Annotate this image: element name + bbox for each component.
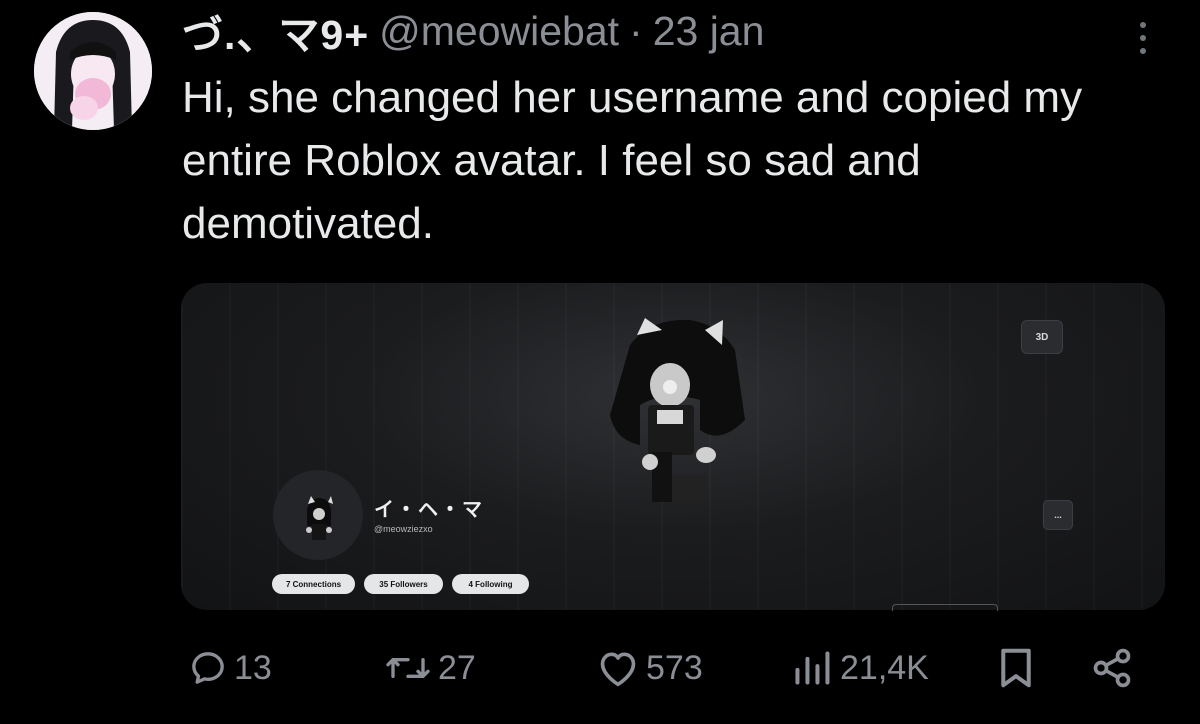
tweet-date[interactable]: 23 jan: [653, 8, 765, 55]
repost-button[interactable]: 27: [384, 638, 476, 698]
followers-chip[interactable]: 35 Followers: [364, 574, 443, 594]
connections-chip[interactable]: 7 Connections: [272, 574, 355, 594]
roblox-display-name: イ・ヘ・マ: [374, 499, 484, 521]
roblox-username: @meowziezxo: [374, 524, 433, 534]
more-options-icon[interactable]: [1128, 18, 1158, 58]
views-chart-icon: [795, 651, 830, 685]
views-count: 21,4K: [840, 648, 929, 687]
roblox-profile-avatar: [273, 470, 363, 560]
reply-count: 13: [234, 648, 272, 687]
view-3d-button[interactable]: 3D: [1021, 320, 1063, 354]
profile-more-button[interactable]: ...: [1043, 500, 1073, 530]
roblox-mini-avatar-image: [306, 496, 333, 540]
tweet-actions: 13 27 573 21,4K: [0, 638, 1200, 698]
repost-count: 27: [438, 648, 476, 687]
attached-screenshot[interactable]: [181, 283, 1165, 610]
reply-button[interactable]: 13: [188, 638, 272, 698]
cropped-element: [892, 604, 998, 611]
tweet-header: づ.、マ9+ @meowiebat · 23 jan: [182, 6, 1082, 59]
header-separator: ·: [629, 7, 643, 54]
bookmark-icon: [1001, 648, 1031, 688]
views-button[interactable]: 21,4K: [790, 638, 929, 698]
bookmark-button[interactable]: [996, 638, 1036, 698]
repost-icon: [386, 658, 430, 678]
reply-icon: [192, 652, 224, 684]
share-icon: [1093, 648, 1131, 688]
author-avatar[interactable]: [34, 12, 152, 130]
author-handle[interactable]: @meowiebat: [379, 8, 619, 55]
author-display-name[interactable]: づ.、マ9+: [182, 1, 369, 61]
like-button[interactable]: 573: [596, 638, 703, 698]
roblox-character-image: [610, 318, 745, 503]
share-button[interactable]: [1090, 638, 1134, 698]
heart-icon: [600, 652, 636, 687]
like-count: 573: [646, 648, 703, 687]
author-avatar-image: [34, 12, 152, 130]
following-chip[interactable]: 4 Following: [452, 574, 529, 594]
tweet-text: Hi, she changed her username and copied …: [182, 73, 1083, 248]
